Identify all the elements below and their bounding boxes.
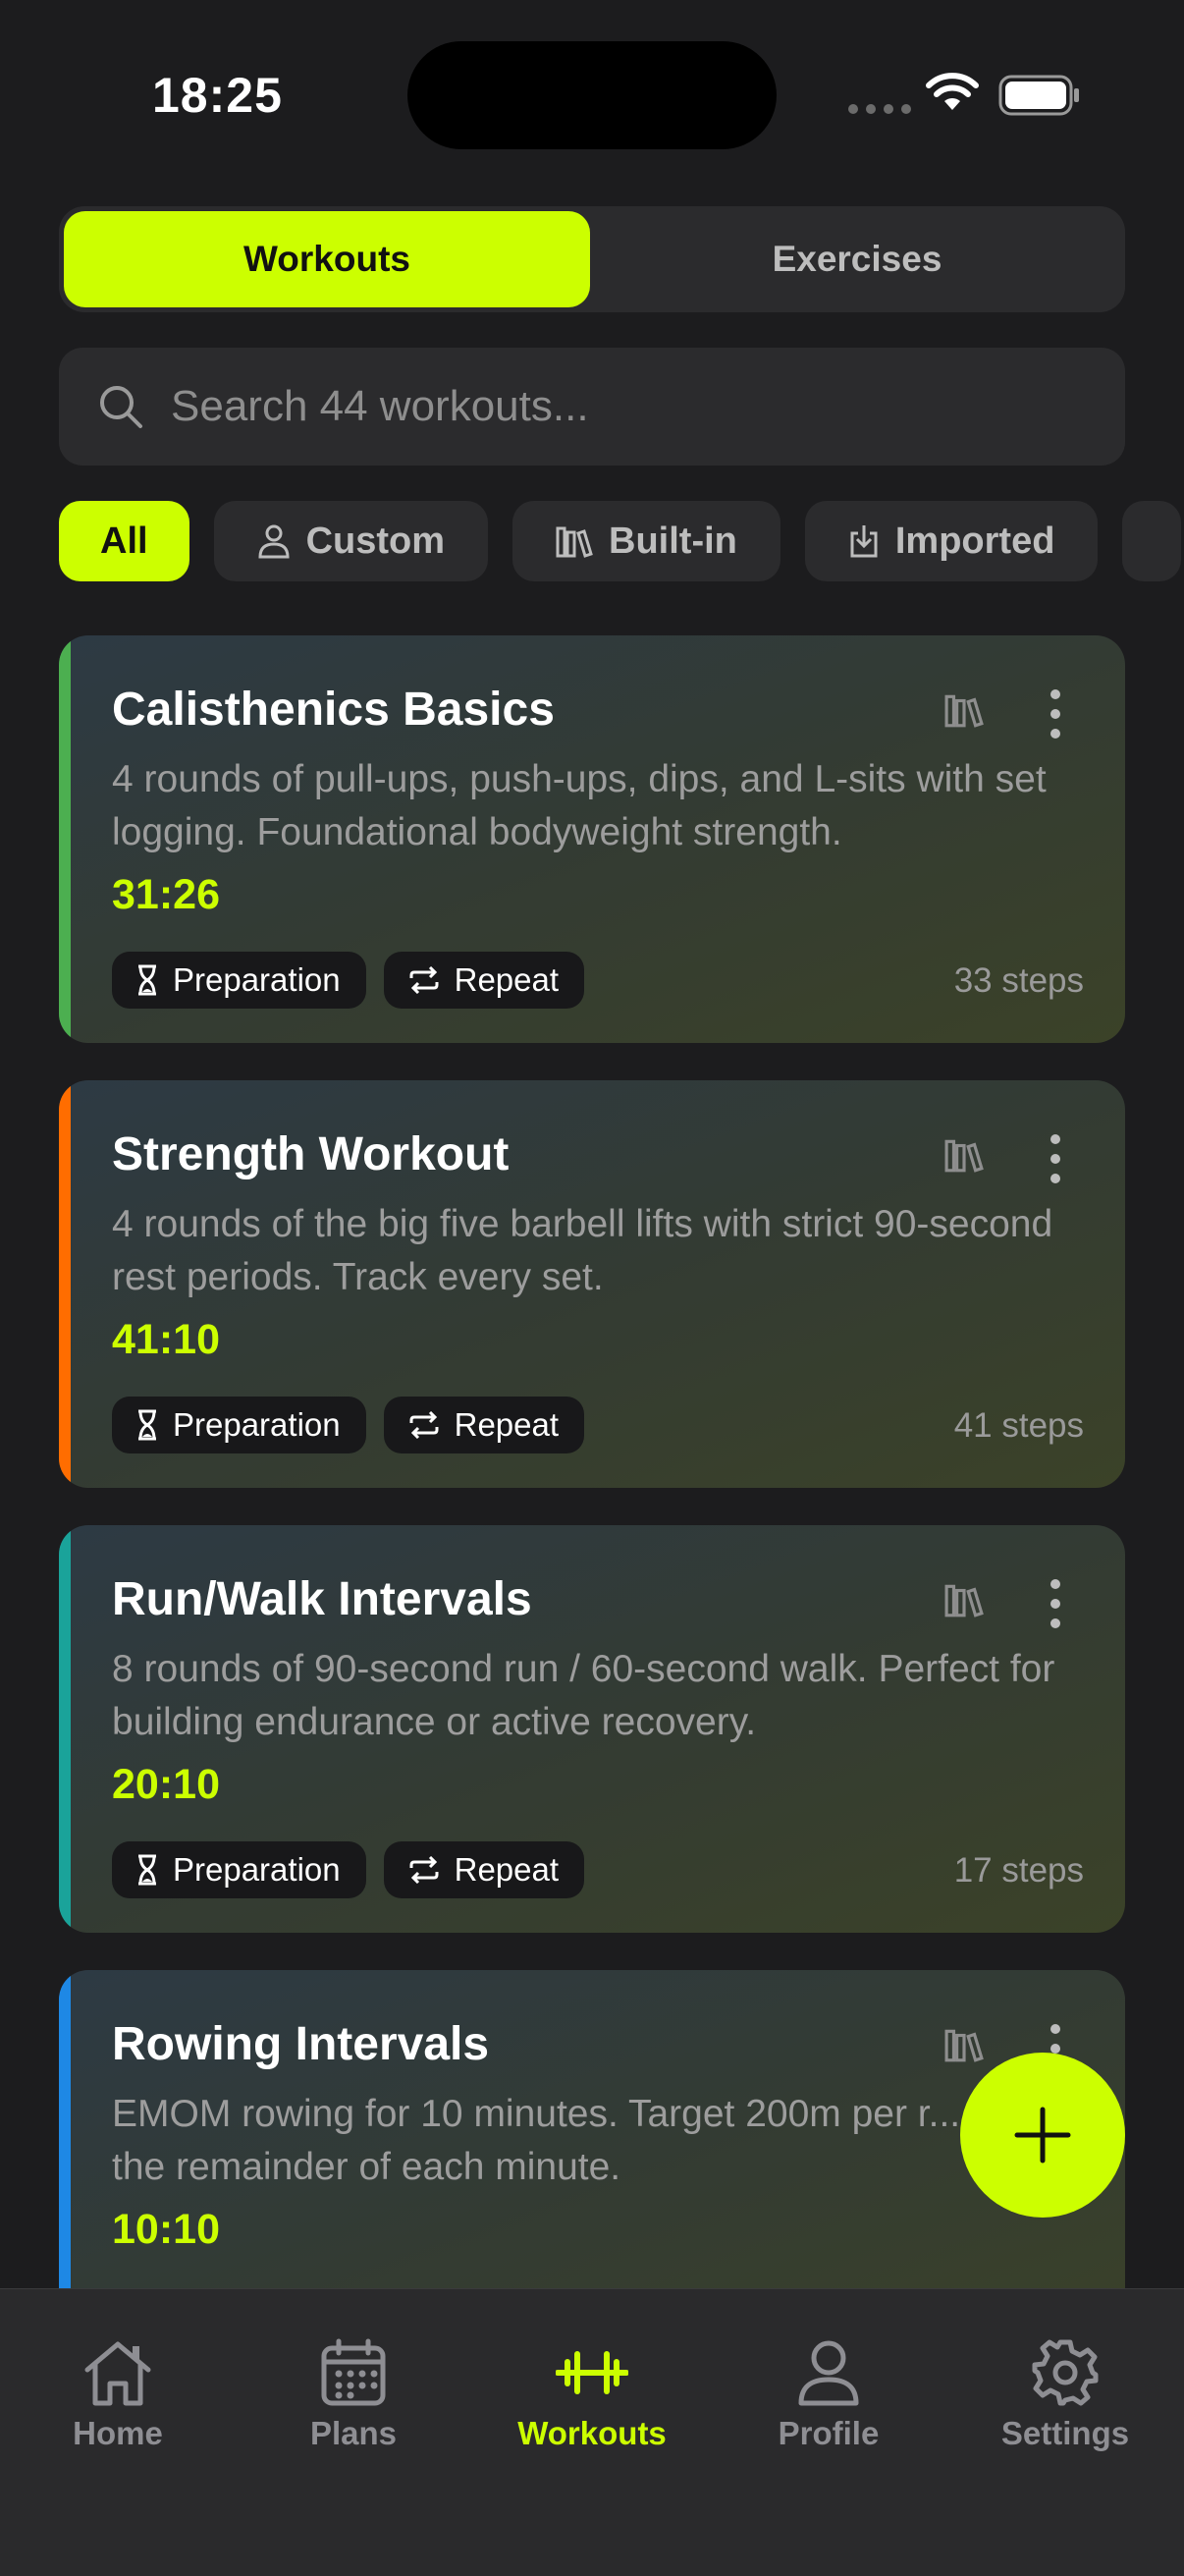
workout-title: Strength Workout <box>112 1128 510 1180</box>
tag-preparation: Preparation <box>112 1841 366 1898</box>
workout-card[interactable]: Calisthenics Basics 4 rounds of pull-ups… <box>59 635 1125 1043</box>
tag-label: Preparation <box>173 961 341 998</box>
workouts-exercises-segment: Workouts Exercises <box>59 206 1125 312</box>
filter-imported[interactable]: Imported <box>804 501 1099 581</box>
search-icon <box>100 386 142 428</box>
repeat-icon <box>409 1411 439 1439</box>
status-time: 18:25 <box>152 68 283 123</box>
card-accent-stripe <box>59 635 71 1043</box>
library-icon <box>944 694 984 728</box>
tab-home[interactable]: Home <box>0 2338 236 2452</box>
repeat-icon <box>409 966 439 994</box>
hourglass-icon <box>138 964 156 996</box>
library-icon <box>556 526 593 558</box>
filter-label: Built-in <box>609 520 737 562</box>
person-icon <box>258 524 290 559</box>
tag-label: Repeat <box>454 961 560 998</box>
calendar-icon <box>321 2338 386 2406</box>
dynamic-island <box>407 41 777 149</box>
workout-description: 4 rounds of pull-ups, push-ups, dips, an… <box>112 758 1047 853</box>
filter-all[interactable]: All <box>59 501 189 581</box>
bottom-tab-bar: Home Plans Workouts Profile Settings <box>0 2288 1184 2576</box>
filter-label: Custom <box>305 520 446 562</box>
tab-label: Settings <box>1000 2415 1130 2451</box>
more-icon[interactable] <box>1041 685 1070 743</box>
tag-repeat: Repeat <box>383 1397 585 1453</box>
filter-chips: All Custom Built-in Imported <box>59 501 1184 583</box>
card-accent-stripe <box>59 1525 71 1933</box>
tag-label: Repeat <box>454 1406 560 1443</box>
workout-duration: 10:10 <box>112 2206 220 2253</box>
tab-workouts[interactable]: Workouts <box>64 211 590 307</box>
tab-exercises[interactable]: Exercises <box>594 211 1120 307</box>
signal-icon <box>848 104 911 114</box>
workout-description: EMOM rowing for 10 minutes. Target 200m … <box>112 2093 1035 2188</box>
workout-title: Run/Walk Intervals <box>112 1573 532 1625</box>
wifi-icon <box>926 73 979 110</box>
add-workout-button[interactable] <box>960 2053 1125 2218</box>
filter-more[interactable] <box>1122 501 1182 581</box>
tab-plans[interactable]: Plans <box>236 2338 471 2452</box>
workout-description: 4 rounds of the big five barbell lifts w… <box>112 1203 1053 1298</box>
hourglass-icon <box>138 1409 156 1441</box>
tab-label: Profile <box>778 2415 880 2451</box>
tab-label: Workouts <box>517 2415 667 2451</box>
step-count: 41 steps <box>953 1406 1084 1445</box>
plus-icon <box>1014 2107 1071 2164</box>
workout-duration: 20:10 <box>112 1761 220 1808</box>
tab-label: Plans <box>309 2415 398 2451</box>
library-icon <box>944 1584 984 1617</box>
tag-preparation: Preparation <box>112 952 366 1009</box>
step-count: 17 steps <box>953 1851 1084 1890</box>
tab-profile[interactable]: Profile <box>711 2338 946 2452</box>
search-bar[interactable] <box>59 348 1125 466</box>
tag-repeat: Repeat <box>383 1841 585 1898</box>
search-input[interactable] <box>169 381 1056 432</box>
filter-label: All <box>100 520 148 562</box>
step-count: 33 steps <box>953 961 1084 1000</box>
workout-duration: 31:26 <box>112 871 220 918</box>
card-accent-stripe <box>59 1080 71 1488</box>
dumbbell-icon <box>556 2351 628 2394</box>
workout-card[interactable]: Strength Workout 4 rounds of the big fiv… <box>59 1080 1125 1488</box>
repeat-icon <box>409 1856 439 1884</box>
tag-label: Preparation <box>173 1406 341 1443</box>
workout-card[interactable]: Run/Walk Intervals 8 rounds of 90-second… <box>59 1525 1125 1933</box>
workout-title: Calisthenics Basics <box>112 684 555 736</box>
tag-preparation: Preparation <box>112 1397 366 1453</box>
import-icon <box>850 525 878 558</box>
tab-settings[interactable]: Settings <box>947 2338 1183 2452</box>
hourglass-icon <box>138 1854 156 1886</box>
gear-icon <box>1032 2339 1099 2406</box>
more-icon[interactable] <box>1041 1574 1070 1633</box>
more-icon[interactable] <box>1041 1129 1070 1188</box>
battery-icon <box>998 75 1079 116</box>
library-icon <box>944 1139 984 1173</box>
tab-workouts[interactable]: Workouts <box>474 2338 710 2452</box>
person-icon <box>798 2340 859 2406</box>
workout-duration: 41:10 <box>112 1316 220 1363</box>
tag-repeat: Repeat <box>383 952 585 1009</box>
tag-label: Preparation <box>173 1851 341 1888</box>
tag-label: Repeat <box>454 1851 560 1888</box>
workout-description: 8 rounds of 90-second run / 60-second wa… <box>112 1648 1055 1743</box>
filter-custom[interactable]: Custom <box>213 501 489 581</box>
workout-title: Rowing Intervals <box>112 2018 490 2070</box>
library-icon <box>944 2029 984 2062</box>
home-icon <box>84 2341 151 2406</box>
filter-label: Imported <box>894 520 1055 562</box>
filter-built-in[interactable]: Built-in <box>512 501 780 581</box>
tab-label: Home <box>73 2415 163 2451</box>
